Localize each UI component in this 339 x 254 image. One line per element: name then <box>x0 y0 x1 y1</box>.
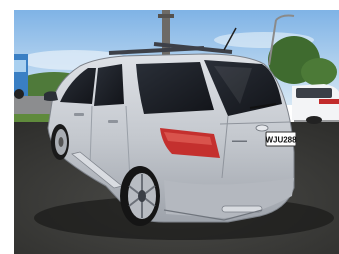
door-handle <box>108 120 118 123</box>
brand-badge <box>255 124 269 132</box>
front-wheel <box>51 124 69 160</box>
photo-frame: ▬▬▬ WJU288 <box>14 10 339 254</box>
plate-number: WJU288 <box>265 136 297 145</box>
rear-side-window <box>94 64 124 106</box>
tree-right-2 <box>301 58 337 86</box>
pole-bracket <box>158 14 174 18</box>
model-badge: ▬▬▬ <box>232 138 247 144</box>
rear-wheel <box>120 166 160 226</box>
door-handle <box>74 113 84 116</box>
side-mirror <box>44 91 58 101</box>
